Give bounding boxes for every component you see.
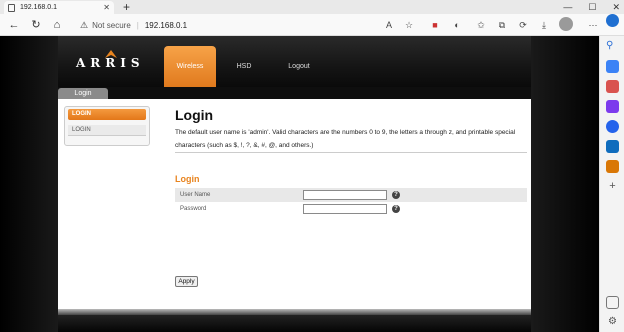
form-row-username: User Name ? [175,188,527,202]
username-help-icon[interactable]: ? [392,191,400,199]
address-bar[interactable]: ⚠ Not secure | 192.168.0.1 [80,17,220,33]
sidebar-toggle-icon[interactable] [606,296,619,309]
search-icon[interactable]: ⚲ [606,40,619,53]
side-menu-header: LOGIN [68,109,146,120]
back-icon[interactable]: ← [6,17,22,33]
extension-icon[interactable]: ■ [428,17,442,33]
edge-sidebar: ⚲ + ⚙ [599,14,624,332]
shopping-icon[interactable] [606,60,619,73]
home-icon[interactable]: ⌂ [49,17,65,33]
password-input[interactable] [303,204,387,214]
apply-button[interactable]: Apply [175,276,198,287]
security-label: Not secure [92,20,131,30]
divider [175,152,527,153]
downloads-icon[interactable]: ⤓ [537,17,551,33]
username-input[interactable] [303,190,387,200]
outlook-icon[interactable] [606,140,619,153]
password-label: Password [180,206,207,212]
tools-icon[interactable] [606,80,619,93]
browser-toolbar: ← ↻ ⌂ ⚠ Not secure | 192.168.0.1 A ☆ ■ ◐… [0,14,624,36]
maximize-icon[interactable]: ☐ [588,0,596,14]
content-panel: LOGIN LOGIN Login The default user name … [58,99,531,309]
address-separator: | [136,20,139,30]
browser-tab[interactable]: 192.168.0.1 ✕ [4,1,114,14]
section-title: Login [175,174,200,184]
login-description: The default user name is 'admin'. Valid … [175,129,516,149]
side-menu: LOGIN LOGIN [64,106,150,146]
games-icon[interactable] [606,100,619,113]
subtab-login[interactable]: Login [58,88,108,99]
nav-tab-hsd[interactable]: HSD [224,46,264,87]
window-controls: — ☐ ✕ [563,0,620,14]
page-title: Login [175,107,214,123]
close-window-icon[interactable]: ✕ [612,0,620,14]
browser-tabstrip: 192.168.0.1 ✕ + — ☐ ✕ [0,0,624,14]
router-footer [58,315,531,332]
favorite-star-icon[interactable]: ☆ [402,17,416,33]
page-icon [8,3,15,12]
side-menu-item-login[interactable]: LOGIN [68,125,146,136]
page-left-margin [0,36,58,332]
password-help-icon[interactable]: ? [392,205,400,213]
warning-icon: ⚠ [80,19,89,30]
minimize-icon[interactable]: — [563,0,572,14]
menu-icon[interactable]: ⋯ [586,17,600,33]
router-page: ARRIS Wireless HSD Logout Login LOGIN LO… [0,36,599,332]
page-right-margin [531,36,599,332]
profile-avatar[interactable] [559,17,573,31]
settings-gear-icon[interactable]: ⚙ [606,316,619,329]
new-tab-icon[interactable]: + [123,0,130,14]
username-label: User Name [180,192,211,198]
tab-close-icon[interactable]: ✕ [103,3,110,12]
nav-tab-wireless[interactable]: Wireless [164,46,216,87]
read-aloud-icon[interactable]: A [382,17,396,33]
collections-icon[interactable]: ⧉ [495,17,509,33]
history-icon[interactable]: ⟳ [516,17,530,33]
arris-logo-mark-icon [105,50,117,58]
form-row-password: Password ? [175,202,527,216]
bing-chat-icon[interactable] [606,14,619,27]
nav-tab-logout[interactable]: Logout [276,46,322,87]
shared-icon[interactable] [606,160,619,173]
office-icon[interactable] [606,120,619,133]
login-form: User Name ? Password ? [175,188,527,216]
add-icon[interactable]: + [606,180,619,193]
refresh-icon[interactable]: ↻ [28,17,44,33]
tab-title: 192.168.0.1 [20,4,57,11]
router-header: ARRIS Wireless HSD Logout [58,36,531,87]
favorites-icon[interactable]: ✩ [474,17,488,33]
extension-icon-2[interactable]: ◐ [450,17,464,33]
sub-navigation: Login [58,87,531,99]
url-text: 192.168.0.1 [144,20,188,30]
